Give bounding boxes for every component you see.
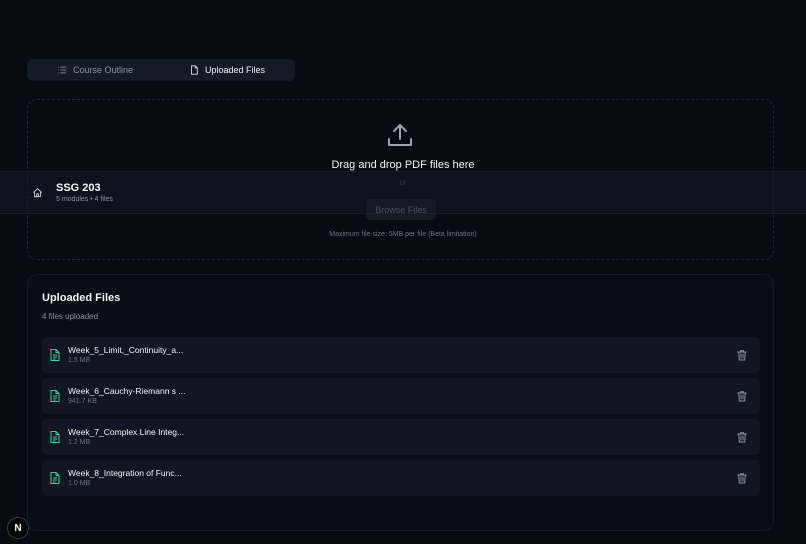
trash-icon[interactable]	[736, 431, 748, 443]
file-row[interactable]: Week_7_Complex Line Integ... 1.2 MB	[42, 419, 760, 455]
uploaded-files-count: 4 files uploaded	[42, 312, 99, 321]
pdf-file-icon	[50, 431, 60, 443]
file-name: Week_6_Cauchy-Riemann s ...	[68, 386, 186, 396]
file-name: Week_8_Integration of Func...	[68, 468, 182, 478]
trash-icon[interactable]	[736, 349, 748, 361]
file-name: Week_5_Limit,_Continuity_a...	[68, 345, 184, 355]
upload-icon	[388, 124, 412, 146]
list-icon	[57, 66, 67, 74]
trash-icon[interactable]	[736, 390, 748, 402]
view-tabs: Course Outline Uploaded Files	[27, 59, 295, 81]
nextjs-dev-badge[interactable]: N	[7, 517, 29, 539]
pdf-file-icon	[50, 349, 60, 361]
pdf-file-icon	[50, 390, 60, 402]
file-size: 1.5 MB	[68, 357, 91, 364]
file-size: 1.2 MB	[68, 439, 91, 446]
file-list: Week_5_Limit,_Continuity_a... 1.5 MB Wee…	[42, 337, 760, 501]
tab-course-outline-label: Course Outline	[72, 65, 134, 75]
uploaded-files-title: Uploaded Files	[42, 292, 121, 304]
course-meta: 5 modules • 4 files	[56, 196, 113, 203]
pdf-file-icon	[50, 472, 60, 484]
tab-course-outline[interactable]: Course Outline	[29, 61, 161, 79]
file-size: 1.0 MB	[68, 480, 91, 487]
tab-uploaded-files[interactable]: Uploaded Files	[161, 61, 293, 79]
tab-uploaded-files-label: Uploaded Files	[204, 65, 266, 75]
file-size: 941.7 KB	[68, 398, 97, 405]
home-icon[interactable]	[32, 187, 43, 198]
max-file-size-note: Maximum file size: 5MB per file (Beta li…	[329, 231, 477, 238]
dropzone-title: Drag and drop PDF files here	[331, 159, 475, 171]
uploaded-files-card: Uploaded Files 4 files uploaded Week_5_L…	[27, 274, 774, 531]
file-row[interactable]: Week_5_Limit,_Continuity_a... 1.5 MB	[42, 337, 760, 373]
trash-icon[interactable]	[736, 472, 748, 484]
file-row[interactable]: Week_8_Integration of Func... 1.0 MB	[42, 460, 760, 496]
file-name: Week_7_Complex Line Integ...	[68, 427, 185, 437]
course-title: SSG 203	[56, 182, 101, 194]
course-header: SSG 203 5 modules • 4 files	[0, 171, 806, 214]
file-row[interactable]: Week_6_Cauchy-Riemann s ... 941.7 KB	[42, 378, 760, 414]
file-icon	[191, 65, 198, 75]
